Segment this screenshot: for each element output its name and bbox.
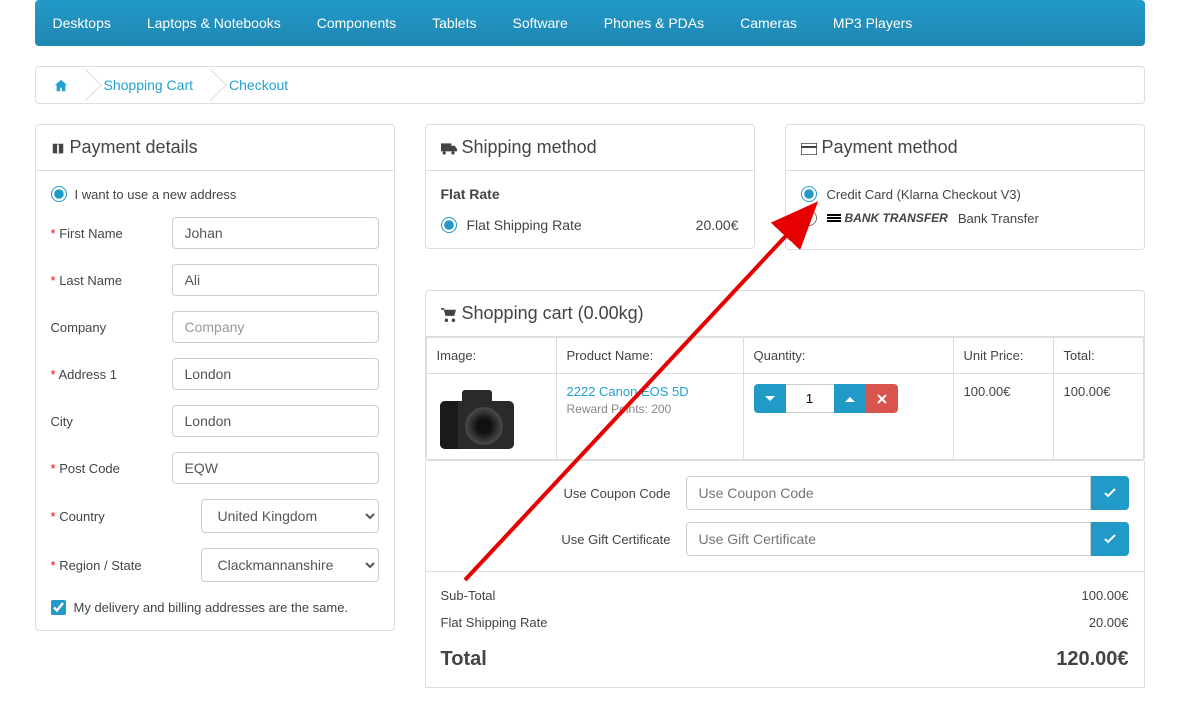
coupon-input[interactable] <box>686 476 1091 510</box>
nav-item[interactable]: Software <box>494 0 585 46</box>
qty-input[interactable] <box>786 384 834 413</box>
unit-price: 100.00€ <box>953 374 1053 460</box>
nav-item[interactable]: Desktops <box>35 0 129 46</box>
company-input[interactable] <box>172 311 379 343</box>
panel-title: Payment method <box>822 137 958 157</box>
new-address-radio[interactable] <box>51 186 67 202</box>
check-icon <box>1104 534 1116 544</box>
city-input[interactable] <box>172 405 379 437</box>
gift-apply-button[interactable] <box>1091 522 1129 556</box>
check-icon <box>1104 488 1116 498</box>
gift-label: Use Gift Certificate <box>441 532 671 547</box>
totals: Sub-Total100.00€ Flat Shipping Rate20.00… <box>425 572 1145 688</box>
same-address-label: My delivery and billing addresses are th… <box>74 600 349 615</box>
close-icon <box>877 394 887 404</box>
shipping-method-panel: Shipping method Flat Rate Flat Shipping … <box>425 124 755 249</box>
nav-item[interactable]: Cameras <box>722 0 815 46</box>
breadcrumb-home[interactable] <box>36 67 86 103</box>
cart-table: Image: Product Name: Quantity: Unit Pric… <box>426 337 1144 460</box>
panel-title: Shopping cart (0.00kg) <box>462 303 644 323</box>
payment-method-panel: Payment method Credit Card (Klarna Check… <box>785 124 1145 250</box>
grand-total-value: 120.00€ <box>1056 648 1128 671</box>
card-icon <box>801 143 817 155</box>
credit-card-label: Credit Card (Klarna Checkout V3) <box>827 187 1021 202</box>
shipping-total-value: 20.00€ <box>1089 615 1129 630</box>
same-address-checkbox[interactable] <box>51 600 66 615</box>
bank-transfer-label: Bank Transfer <box>958 211 1039 226</box>
nav-item[interactable]: Tablets <box>414 0 494 46</box>
cart-icon <box>441 308 457 322</box>
chevron-down-icon <box>764 395 776 403</box>
shipping-price: 20.00€ <box>696 217 739 233</box>
first-name-input[interactable] <box>172 217 379 249</box>
home-icon <box>54 79 68 93</box>
country-select[interactable]: United Kingdom <box>201 499 379 533</box>
chevron-up-icon <box>844 395 856 403</box>
postcode-input[interactable] <box>172 452 379 484</box>
product-link[interactable]: 2222 Canon EOS 5D <box>567 384 689 399</box>
remove-item-button[interactable] <box>866 384 898 413</box>
qty-increase-button[interactable] <box>834 384 866 413</box>
qty-decrease-button[interactable] <box>754 384 786 413</box>
nav-item[interactable]: Phones & PDAs <box>586 0 722 46</box>
subtotal-value: 100.00€ <box>1082 588 1129 603</box>
address1-input[interactable] <box>172 358 379 390</box>
reward-points: Reward Points: 200 <box>567 402 733 416</box>
breadcrumb: Shopping Cart Checkout <box>35 66 1145 104</box>
panel-title: Payment details <box>70 137 198 157</box>
bank-transfer-logo: BANK TRANSFER <box>827 211 948 225</box>
flat-rate-radio[interactable] <box>441 217 457 233</box>
shipping-group: Flat Rate <box>441 186 739 202</box>
region-select[interactable]: Clackmannanshire <box>201 548 379 582</box>
credit-card-radio[interactable] <box>801 186 817 202</box>
product-image[interactable] <box>437 384 517 449</box>
coupon-apply-button[interactable] <box>1091 476 1129 510</box>
cart-extras: Use Coupon Code Use Gift Certificate <box>425 461 1145 572</box>
line-total: 100.00€ <box>1053 374 1143 460</box>
breadcrumb-checkout[interactable]: Checkout <box>229 77 288 93</box>
last-name-input[interactable] <box>172 264 379 296</box>
coupon-label: Use Coupon Code <box>441 486 671 501</box>
bank-transfer-radio[interactable] <box>801 210 817 226</box>
panel-title: Shipping method <box>462 137 597 157</box>
payment-details-panel: Payment details I want to use a new addr… <box>35 124 395 631</box>
shipping-option-label: Flat Shipping Rate <box>467 217 582 233</box>
breadcrumb-cart[interactable]: Shopping Cart <box>104 77 194 93</box>
nav-item[interactable]: MP3 Players <box>815 0 930 46</box>
gift-input[interactable] <box>686 522 1091 556</box>
book-icon <box>51 142 65 156</box>
shopping-cart-panel: Shopping cart (0.00kg) Image: Product Na… <box>425 290 1145 461</box>
main-nav: DesktopsLaptops & NotebooksComponentsTab… <box>35 0 1145 46</box>
truck-icon <box>441 143 457 155</box>
new-address-label: I want to use a new address <box>75 187 237 202</box>
nav-item[interactable]: Laptops & Notebooks <box>129 0 299 46</box>
cart-row: 2222 Canon EOS 5D Reward Points: 200 <box>426 374 1143 460</box>
nav-item[interactable]: Components <box>299 0 414 46</box>
